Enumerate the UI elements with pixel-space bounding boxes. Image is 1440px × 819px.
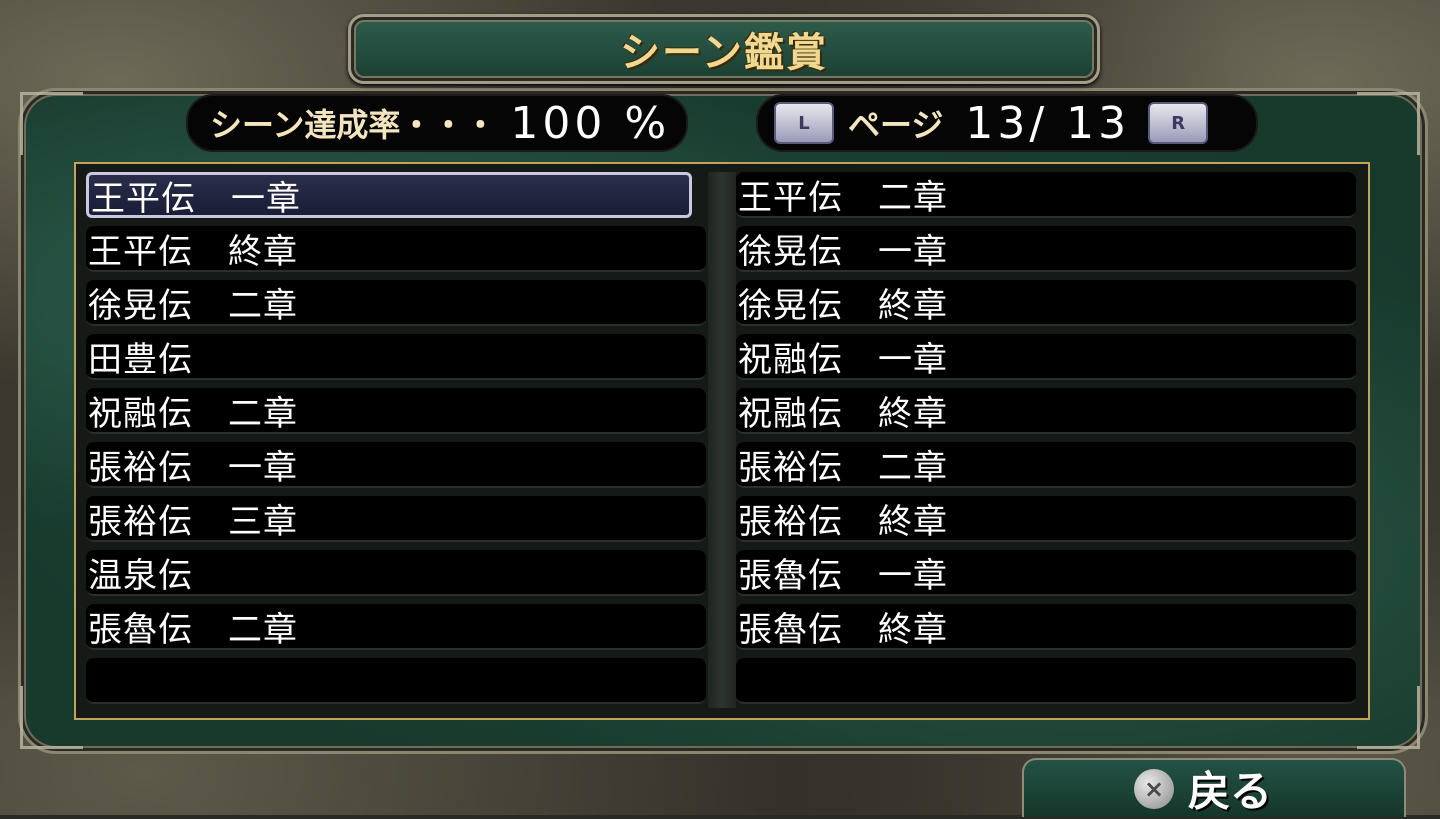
scene-item[interactable]: 張魯伝 二章 (86, 604, 706, 650)
scene-item[interactable]: 王平伝 二章 (736, 172, 1356, 218)
scene-item-label: 祝融伝 終章 (738, 393, 948, 434)
scene-item-label: 温泉伝 (88, 555, 193, 596)
back-button[interactable]: × 戻る (1022, 758, 1406, 817)
scene-item[interactable]: 祝融伝 二章 (86, 388, 706, 434)
column-divider (708, 172, 736, 708)
frame-corner-ornament (20, 92, 83, 155)
page-indicator: L ページ 13/ 13 R (756, 94, 1258, 152)
scene-item[interactable]: 張裕伝 一章 (86, 442, 706, 488)
scene-item-label: 祝融伝 二章 (88, 393, 298, 434)
frame-corner-ornament (1357, 92, 1420, 155)
scene-item-label: 王平伝 終章 (88, 231, 298, 272)
scene-item[interactable]: 王平伝 一章 (86, 172, 692, 219)
scene-item[interactable]: 田豊伝 (86, 334, 706, 380)
scene-item[interactable]: 徐晃伝 終章 (736, 280, 1356, 326)
scene-list: 王平伝 一章 王平伝 終章 徐晃伝 二章 田豊伝 祝融伝 二章 張裕伝 一章 張… (74, 162, 1370, 720)
scene-item[interactable]: 張裕伝 二章 (736, 442, 1356, 488)
scene-item-label: 張裕伝 一章 (88, 447, 298, 488)
scene-item[interactable]: 祝融伝 終章 (736, 388, 1356, 434)
scene-item-label: 張魯伝 一章 (738, 555, 948, 596)
back-label: 戻る (1188, 767, 1273, 816)
scene-item[interactable]: 徐晃伝 二章 (86, 280, 706, 326)
scene-item[interactable]: 張裕伝 終章 (736, 496, 1356, 542)
scene-item-label: 祝融伝 一章 (738, 339, 948, 380)
cross-button-icon: × (1134, 768, 1174, 809)
completion-rate-value: 100 % (510, 97, 671, 149)
scene-item-empty (736, 658, 1356, 704)
scene-item[interactable]: 祝融伝 一章 (736, 334, 1356, 380)
scene-item-label: 張裕伝 二章 (738, 447, 948, 488)
page-next-button[interactable]: R (1148, 102, 1209, 144)
scene-item-label: 張魯伝 終章 (738, 609, 948, 650)
scene-item[interactable]: 張裕伝 三章 (86, 496, 706, 542)
scene-item[interactable]: 温泉伝 (86, 550, 706, 596)
scene-item[interactable]: 王平伝 終章 (86, 226, 706, 272)
page-title: シーン鑑賞 (620, 30, 828, 76)
completion-rate-display: シーン達成率・・・ 100 % (186, 94, 688, 152)
scene-item-label: 張魯伝 二章 (88, 609, 298, 650)
page-label: ページ (848, 106, 944, 144)
scene-item-label: 徐晃伝 二章 (88, 285, 298, 326)
scene-item-label: 王平伝 一章 (91, 178, 301, 219)
scene-list-right-column: 王平伝 二章 徐晃伝 一章 徐晃伝 終章 祝融伝 一章 祝融伝 終章 張裕伝 二… (736, 172, 1356, 712)
page-number: 13/ 13 (965, 97, 1131, 149)
page-prev-button[interactable]: L (774, 102, 834, 144)
title-plaque: シーン鑑賞 (348, 14, 1100, 84)
scene-item-label: 田豊伝 (88, 339, 193, 380)
scene-item-label: 張裕伝 終章 (738, 501, 948, 542)
scene-item-label: 張裕伝 三章 (88, 501, 298, 542)
scene-item-label: 徐晃伝 一章 (738, 231, 948, 272)
scene-list-left-column: 王平伝 一章 王平伝 終章 徐晃伝 二章 田豊伝 祝融伝 二章 張裕伝 一章 張… (86, 172, 706, 712)
completion-rate-label: シーン達成率・・・ (210, 106, 497, 144)
scene-item[interactable]: 張魯伝 終章 (736, 604, 1356, 650)
l-button-icon: L (798, 112, 810, 134)
r-button-icon: R (1171, 112, 1186, 134)
scene-item[interactable]: 徐晃伝 一章 (736, 226, 1356, 272)
scene-item[interactable]: 張魯伝 一章 (736, 550, 1356, 596)
scene-item-label: 徐晃伝 終章 (738, 285, 948, 326)
scene-item-empty (86, 658, 706, 704)
scene-item-label: 王平伝 二章 (738, 177, 948, 218)
